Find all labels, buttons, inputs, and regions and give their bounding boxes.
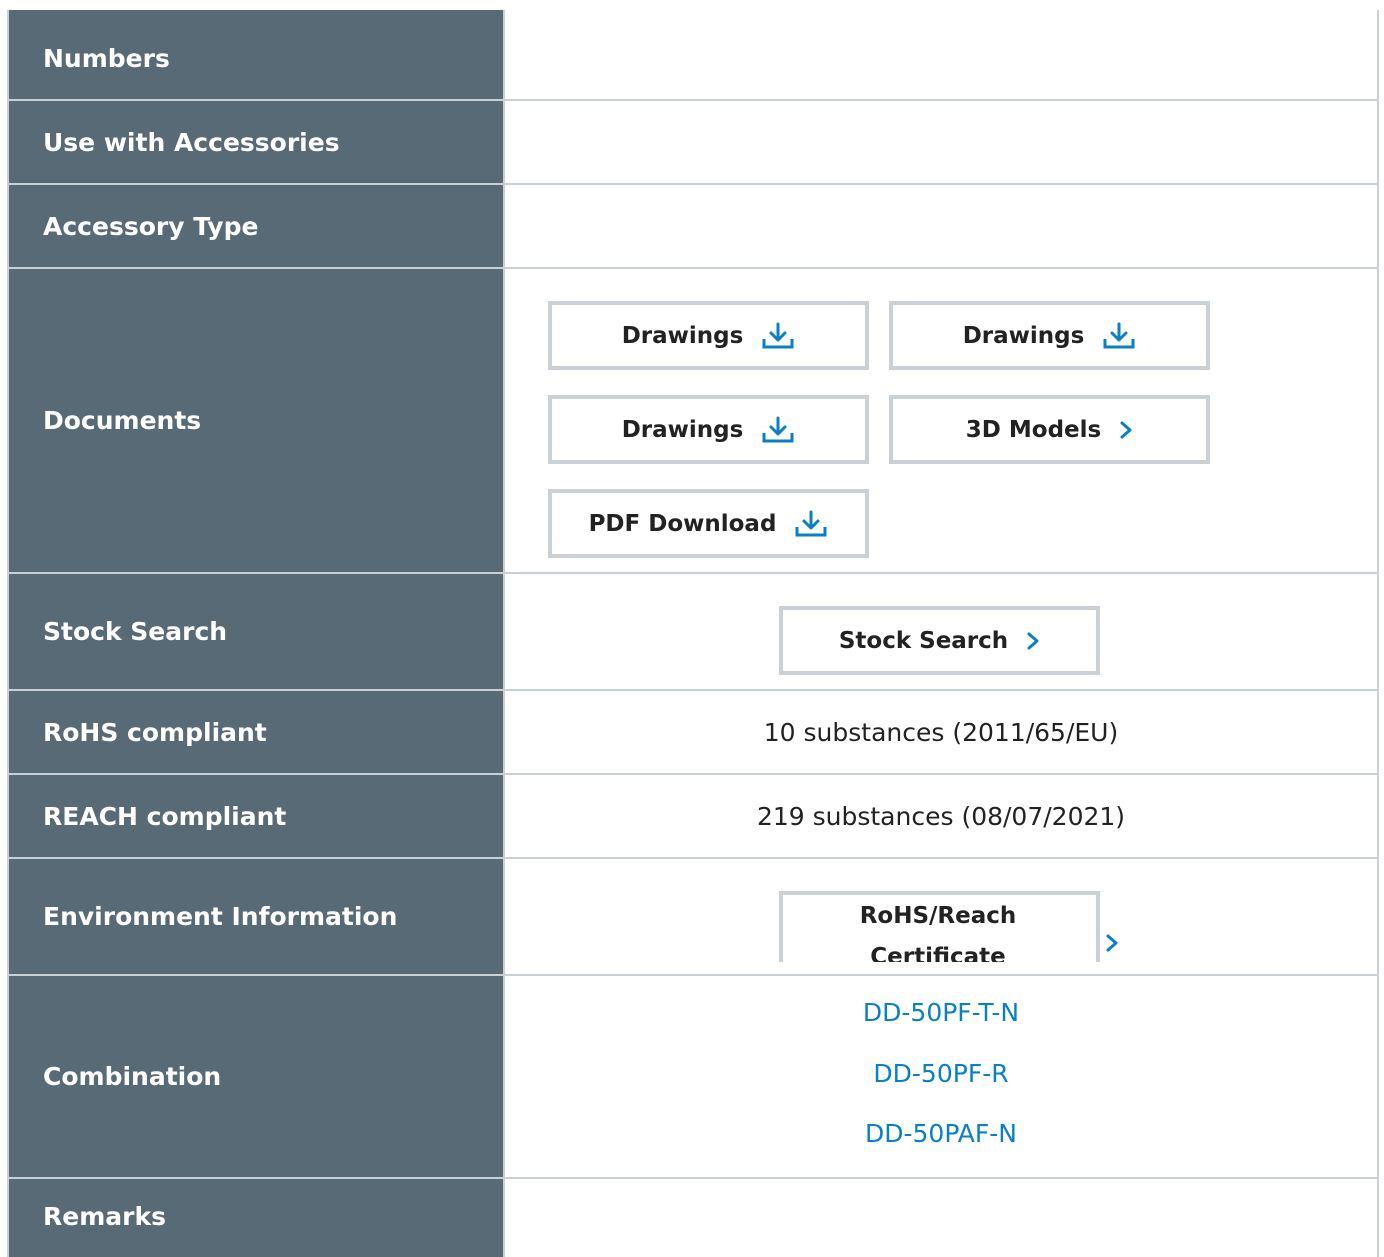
- chevron-right-icon: [1027, 632, 1039, 649]
- combination-link[interactable]: DD-50PAF-N: [505, 1119, 1377, 1148]
- row-label-text: RoHS compliant: [43, 717, 267, 747]
- certificate-label-line2: Certificate: [870, 944, 1006, 962]
- row-environment-information: Environment Information RoHS/Reach Certi…: [9, 859, 1377, 976]
- row-stock-search: Stock Search Stock Search: [9, 574, 1377, 691]
- spec-table: Numbers Use with Accessories Accessory T…: [7, 10, 1379, 1257]
- row-value: 10 substances (2011/65/EU): [505, 691, 1377, 773]
- row-label: Stock Search: [9, 574, 505, 689]
- row-label-text: REACH compliant: [43, 801, 287, 831]
- chevron-right-icon: [1106, 934, 1118, 952]
- row-label: Environment Information: [9, 859, 505, 974]
- combination-link[interactable]: DD-50PF-T-N: [505, 998, 1377, 1027]
- row-value: DD-50PF-T-N DD-50PF-R DD-50PAF-N: [505, 976, 1377, 1177]
- stock-search-button[interactable]: Stock Search: [779, 606, 1100, 675]
- row-reach-compliant: REACH compliant 219 substances (08/07/20…: [9, 775, 1377, 859]
- row-label: Accessory Type: [9, 185, 505, 267]
- drawings-download-button[interactable]: Drawings: [548, 395, 869, 464]
- row-combination: Combination DD-50PF-T-N DD-50PF-R DD-50P…: [9, 976, 1377, 1179]
- row-label: Remarks: [9, 1179, 505, 1257]
- row-value: [505, 185, 1377, 267]
- row-label: Documents: [9, 269, 505, 572]
- row-value: RoHS/Reach Certificate: [505, 859, 1377, 974]
- row-label-text: Remarks: [43, 1202, 166, 1231]
- row-value: Stock Search: [505, 574, 1377, 689]
- row-rohs-compliant: RoHS compliant 10 substances (2011/65/EU…: [9, 691, 1377, 775]
- row-label-text: Documents: [43, 406, 202, 435]
- certificate-label-line1: RoHS/Reach: [859, 903, 1017, 929]
- row-documents: Documents Drawings Drawings Drawings 3D …: [9, 269, 1377, 574]
- row-label: Numbers: [9, 10, 505, 99]
- download-icon: [795, 510, 827, 536]
- rohs-reach-certificate-button[interactable]: RoHS/Reach Certificate: [779, 891, 1100, 962]
- drawings-download-button[interactable]: Drawings: [889, 301, 1210, 370]
- row-label-text: Stock Search: [43, 617, 228, 646]
- drawings-download-button[interactable]: Drawings: [548, 301, 869, 370]
- row-numbers: Numbers: [9, 10, 1377, 101]
- row-value: Drawings Drawings Drawings 3D Models PDF…: [505, 269, 1377, 572]
- row-label-text: Use with Accessories: [43, 127, 340, 157]
- row-label-text: Environment Information: [43, 902, 398, 931]
- download-icon: [1103, 322, 1135, 348]
- row-label-text: Combination: [43, 1062, 222, 1091]
- row-value: [505, 10, 1377, 99]
- row-label: Combination: [9, 976, 505, 1177]
- row-value: 219 substances (08/07/2021): [505, 775, 1377, 857]
- row-remarks: Remarks: [9, 1179, 1377, 1257]
- row-label: Use with Accessories: [9, 101, 505, 183]
- row-label: RoHS compliant: [9, 691, 505, 773]
- download-icon: [762, 322, 794, 348]
- row-value: [505, 1179, 1377, 1257]
- 3d-models-button[interactable]: 3D Models: [889, 395, 1210, 464]
- pdf-download-button[interactable]: PDF Download: [548, 489, 869, 558]
- row-use-with-accessories: Use with Accessories: [9, 101, 1377, 185]
- chevron-right-icon: [1120, 421, 1132, 438]
- row-label: REACH compliant: [9, 775, 505, 857]
- row-value: [505, 101, 1377, 183]
- reach-value: 219 substances (08/07/2021): [756, 801, 1126, 831]
- combination-link[interactable]: DD-50PF-R: [505, 1059, 1377, 1088]
- download-icon: [762, 416, 794, 442]
- row-label-text: Accessory Type: [43, 211, 259, 241]
- row-accessory-type: Accessory Type: [9, 185, 1377, 269]
- rohs-value: 10 substances (2011/65/EU): [763, 717, 1119, 747]
- row-label-text: Numbers: [43, 44, 170, 73]
